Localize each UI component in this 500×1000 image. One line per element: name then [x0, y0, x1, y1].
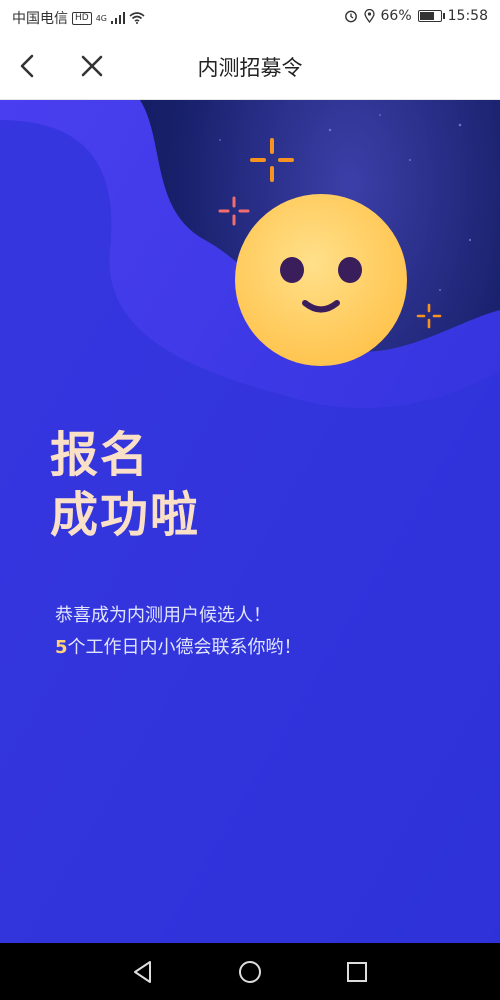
system-home-icon[interactable]	[237, 959, 263, 985]
alarm-icon	[344, 10, 357, 23]
smiley-face-icon	[235, 194, 407, 366]
network-type: 4G	[95, 13, 107, 23]
system-recent-apps-icon[interactable]	[344, 959, 370, 985]
clock: 15:58	[447, 8, 488, 24]
hd-badge: HD	[72, 11, 92, 25]
system-nav-bar	[0, 943, 500, 1000]
success-message: 恭喜成为内测用户候选人！ 5个工作日内小德会联系你哟！	[55, 600, 302, 664]
message-line-2-text: 个工作日内小德会联系你哟！	[67, 637, 302, 658]
success-headline: 报名 成功啦	[50, 425, 200, 545]
message-line-1: 恭喜成为内测用户候选人！	[55, 605, 271, 626]
message-line-2: 5个工作日内小德会联系你哟！	[55, 632, 302, 664]
nav-bar: 内测招募令	[0, 33, 500, 100]
headline-line-2: 成功啦	[50, 487, 201, 543]
status-left: 中国电信 HD 4G	[12, 8, 145, 28]
page-title: 内测招募令	[197, 56, 303, 80]
wifi-icon	[129, 12, 145, 24]
carrier-label: 中国电信	[12, 11, 68, 27]
battery-percent: 66%	[380, 8, 412, 24]
status-right: 66% 15:58	[344, 8, 488, 24]
location-icon	[363, 9, 375, 23]
status-bar: 中国电信 HD 4G 66% 15:58	[0, 0, 500, 33]
signal-icon	[111, 12, 125, 24]
battery-icon	[417, 10, 445, 22]
headline-line-1: 报名	[50, 427, 151, 483]
main-content: 报名 成功啦 恭喜成为内测用户候选人！ 5个工作日内小德会联系你哟！	[0, 100, 500, 943]
days-number: 5	[55, 637, 68, 658]
system-back-icon[interactable]	[130, 959, 156, 985]
